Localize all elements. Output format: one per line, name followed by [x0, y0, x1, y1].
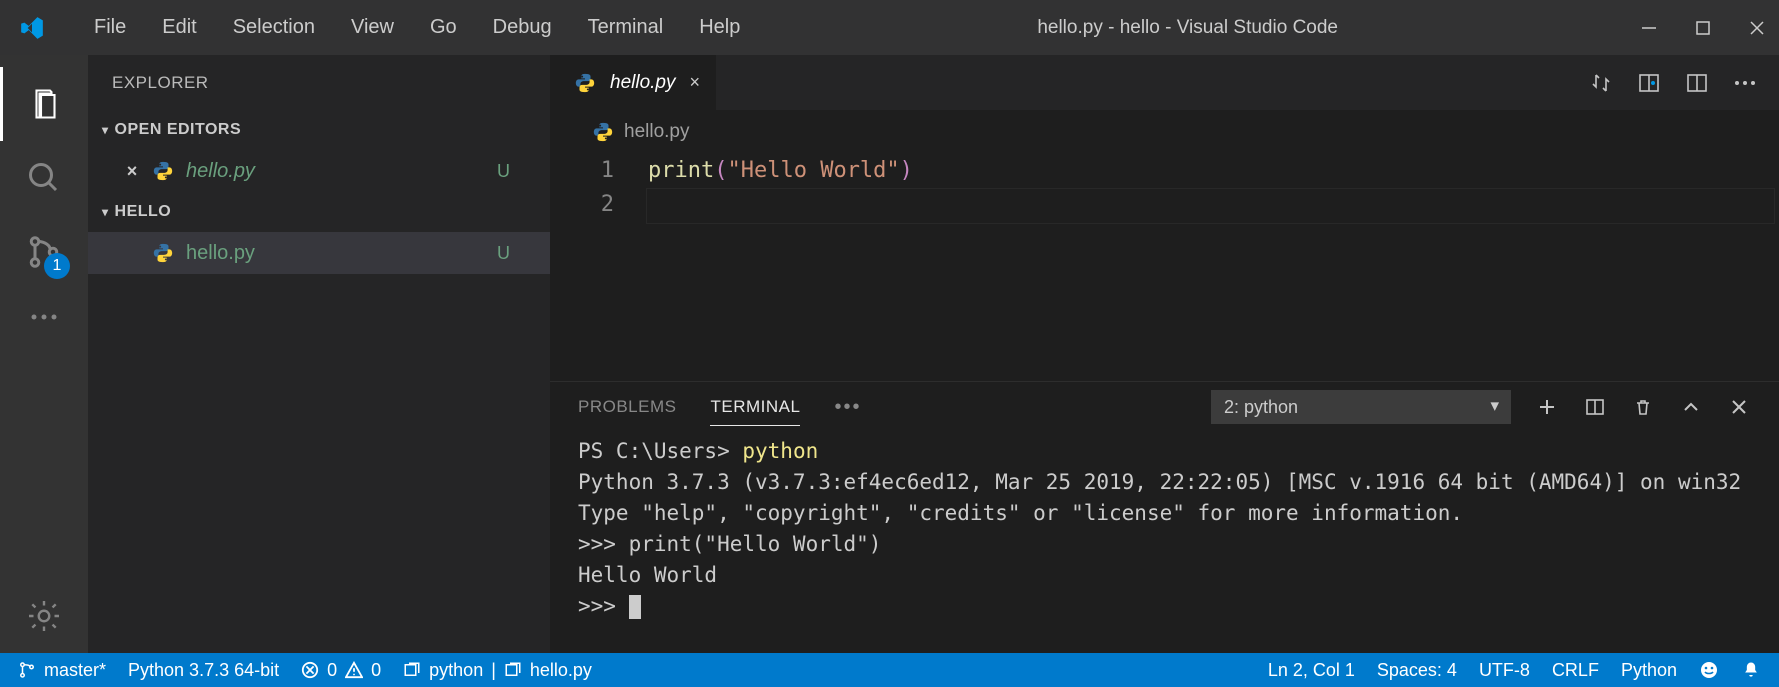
code-line: print("Hello World") — [648, 154, 1779, 188]
menu-view[interactable]: View — [333, 10, 412, 45]
tab-close-icon[interactable]: × — [690, 72, 701, 93]
maximize-icon[interactable] — [1691, 16, 1715, 40]
compare-changes-icon[interactable] — [1587, 69, 1615, 97]
scm-badge: 1 — [44, 253, 70, 279]
new-terminal-icon[interactable] — [1535, 395, 1559, 419]
minimize-icon[interactable] — [1637, 16, 1661, 40]
menu-file[interactable]: File — [76, 10, 144, 45]
panel-more-icon[interactable]: ••• — [834, 396, 861, 419]
status-encoding[interactable]: UTF-8 — [1479, 660, 1530, 681]
menu-edit[interactable]: Edit — [144, 10, 214, 45]
status-python[interactable]: Python 3.7.3 64-bit — [128, 660, 279, 681]
python-file-icon — [152, 242, 174, 264]
git-status-badge: U — [497, 243, 510, 264]
editor-area: hello.py × hello.py 1 2 print("Hello Wo — [550, 55, 1779, 653]
menu-go[interactable]: Go — [412, 10, 475, 45]
folder-label: HELLO — [115, 203, 172, 221]
twisty-down-icon: ▾ — [102, 123, 109, 137]
more-actions-icon[interactable] — [1731, 69, 1759, 97]
link-icon — [504, 661, 522, 679]
main-area: 1 EXPLORER ▾ OPEN EDITORS × hello.py U ▾… — [0, 55, 1779, 653]
panel-tab-problems[interactable]: PROBLEMS — [578, 389, 676, 425]
sidebar-header: EXPLORER — [88, 55, 550, 110]
status-branch[interactable]: master* — [18, 660, 106, 681]
gutter: 1 2 — [550, 154, 648, 381]
tab-label: hello.py — [610, 72, 676, 94]
activity-scm-icon[interactable]: 1 — [0, 215, 88, 289]
activity-bar: 1 — [0, 55, 88, 653]
split-editor-icon[interactable] — [1683, 69, 1711, 97]
activity-more-icon[interactable] — [0, 289, 88, 345]
status-spaces[interactable]: Spaces: 4 — [1377, 660, 1457, 681]
status-lncol[interactable]: Ln 2, Col 1 — [1268, 660, 1355, 681]
terminal-selector[interactable]: 2: python — [1211, 390, 1511, 424]
terminal-cursor — [629, 595, 641, 619]
kill-terminal-icon[interactable] — [1631, 395, 1655, 419]
open-editor-row[interactable]: × hello.py U — [88, 150, 550, 192]
branch-icon — [18, 661, 36, 679]
code-line — [648, 188, 1779, 222]
code-editor[interactable]: 1 2 print("Hello World") — [550, 154, 1779, 381]
open-editor-file-label: hello.py — [186, 160, 497, 183]
status-bell-icon[interactable] — [1741, 660, 1761, 680]
code-lines: print("Hello World") — [648, 154, 1779, 381]
panel-tab-terminal[interactable]: TERMINAL — [710, 389, 800, 426]
tab-hello-py[interactable]: hello.py × — [550, 55, 717, 110]
main-menu: File Edit Selection View Go Debug Termin… — [76, 10, 758, 45]
twisty-down-icon: ▾ — [102, 205, 109, 219]
python-file-icon — [574, 72, 596, 94]
file-row[interactable]: · hello.py U — [88, 232, 550, 274]
line-number: 1 — [550, 154, 614, 188]
close-panel-icon[interactable] — [1727, 395, 1751, 419]
status-language[interactable]: Python — [1621, 660, 1677, 681]
bottom-panel: PROBLEMS TERMINAL ••• 2: python PS C — [550, 381, 1779, 653]
line-number: 2 — [550, 188, 614, 222]
status-bar: master* Python 3.7.3 64-bit 0 0 python |… — [0, 653, 1779, 687]
panel-tab-bar: PROBLEMS TERMINAL ••• 2: python — [550, 382, 1779, 432]
editor-toolbar — [1567, 55, 1779, 110]
menu-terminal[interactable]: Terminal — [570, 10, 682, 45]
window-title: hello.py - hello - Visual Studio Code — [758, 17, 1617, 39]
status-problems[interactable]: 0 0 — [301, 660, 381, 681]
close-icon[interactable] — [1745, 16, 1769, 40]
vscode-logo-icon — [18, 14, 46, 42]
terminal-select[interactable]: 2: python — [1211, 390, 1511, 424]
tab-bar: hello.py × — [550, 55, 1779, 110]
folder-header[interactable]: ▾ HELLO — [88, 192, 550, 232]
split-terminal-icon[interactable] — [1583, 395, 1607, 419]
titlebar: File Edit Selection View Go Debug Termin… — [0, 0, 1779, 55]
status-eol[interactable]: CRLF — [1552, 660, 1599, 681]
maximize-panel-icon[interactable] — [1679, 395, 1703, 419]
open-preview-icon[interactable] — [1635, 69, 1663, 97]
breadcrumb[interactable]: hello.py — [550, 110, 1779, 154]
menu-selection[interactable]: Selection — [215, 10, 333, 45]
python-file-icon — [592, 121, 614, 143]
menu-help[interactable]: Help — [681, 10, 758, 45]
python-file-icon — [152, 160, 174, 182]
link-icon — [403, 661, 421, 679]
close-editor-icon[interactable]: × — [122, 161, 142, 182]
status-feedback-icon[interactable] — [1699, 660, 1719, 680]
window-controls — [1637, 16, 1769, 40]
status-link[interactable]: python | hello.py — [403, 660, 592, 681]
terminal-output[interactable]: PS C:\Users> python Python 3.7.3 (v3.7.3… — [550, 432, 1779, 653]
open-editors-label: OPEN EDITORS — [115, 121, 242, 139]
menu-debug[interactable]: Debug — [475, 10, 570, 45]
activity-search-icon[interactable] — [0, 141, 88, 215]
breadcrumb-file: hello.py — [624, 121, 690, 143]
git-status-badge: U — [497, 161, 510, 182]
warning-icon — [345, 661, 363, 679]
file-label: hello.py — [186, 242, 497, 265]
activity-settings-icon[interactable] — [0, 579, 88, 653]
open-editors-header[interactable]: ▾ OPEN EDITORS — [88, 110, 550, 150]
activity-explorer-icon[interactable] — [0, 67, 88, 141]
explorer-sidebar: EXPLORER ▾ OPEN EDITORS × hello.py U ▾ H… — [88, 55, 550, 653]
error-icon — [301, 661, 319, 679]
